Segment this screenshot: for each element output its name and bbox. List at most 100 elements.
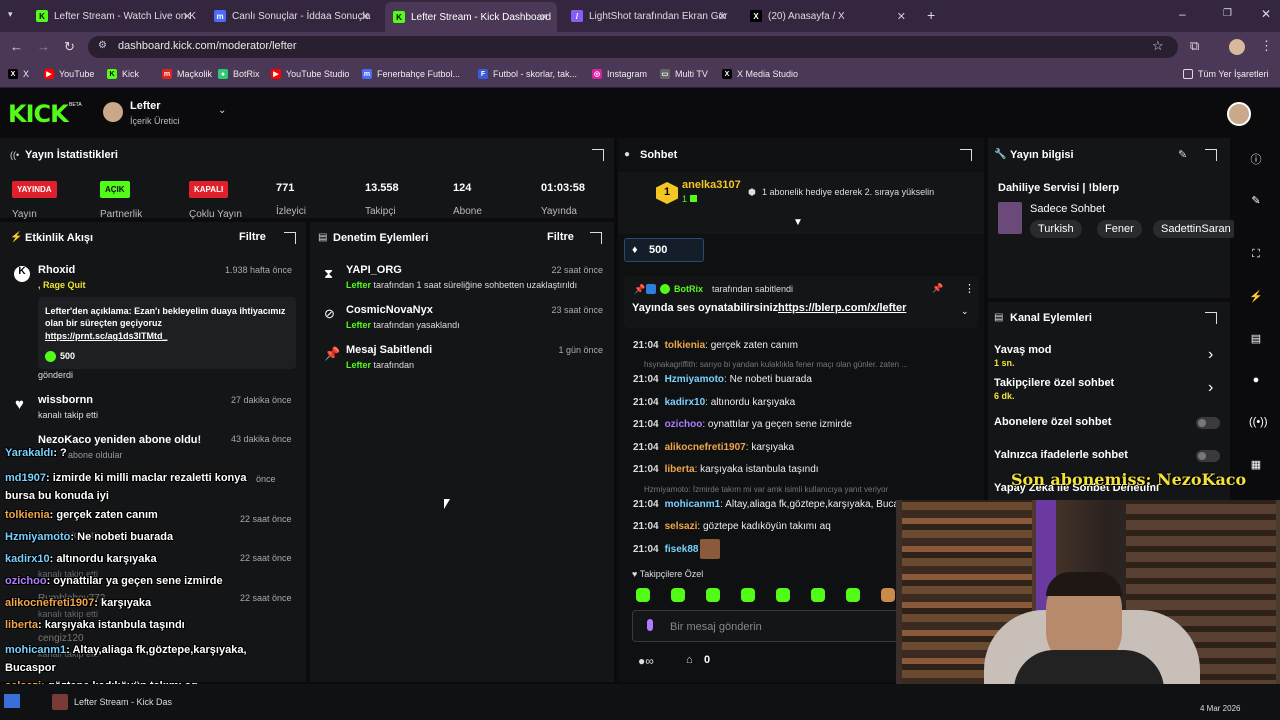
activity-user[interactable]: Rhoxid bbox=[38, 264, 75, 276]
reload-icon[interactable]: ↻ bbox=[64, 39, 75, 55]
channel-action-label[interactable]: Abonelere özel sohbet bbox=[994, 416, 1111, 428]
message-user[interactable]: selsazi bbox=[665, 521, 698, 532]
chat-icon[interactable]: ● bbox=[1249, 374, 1263, 388]
tab-search-icon[interactable]: ▾ bbox=[8, 9, 13, 20]
pinned-by[interactable]: BotRix bbox=[674, 284, 703, 294]
menu-icon[interactable]: ⋮ bbox=[1260, 38, 1273, 54]
screen-capture-icon[interactable]: ⛶ bbox=[1249, 248, 1263, 262]
expand-icon[interactable] bbox=[592, 149, 604, 161]
chevron-right-icon[interactable]: › bbox=[1208, 346, 1213, 364]
message-user[interactable]: tolkienia bbox=[665, 340, 706, 351]
new-tab-button[interactable]: + bbox=[927, 7, 935, 23]
filter-button[interactable]: Filtre bbox=[239, 231, 266, 243]
chevron-down-icon[interactable]: ⌄ bbox=[961, 306, 969, 317]
info-icon[interactable]: ⓘ bbox=[1249, 151, 1263, 166]
close-window-button[interactable]: ✕ bbox=[1261, 7, 1271, 21]
expand-icon[interactable] bbox=[284, 232, 296, 244]
more-icon[interactable]: ⋮ bbox=[964, 282, 975, 295]
channel-action-label[interactable]: Yalnızca ifadelerle sohbet bbox=[994, 449, 1128, 461]
close-tab-icon[interactable]: ✕ bbox=[718, 10, 727, 23]
browser-tab[interactable]: X (20) Anasayfa / X ✕ bbox=[742, 4, 914, 28]
emote-icon[interactable] bbox=[636, 588, 650, 602]
expand-icon[interactable] bbox=[960, 149, 972, 161]
tag-chip[interactable]: Fener bbox=[1097, 220, 1142, 238]
mod-user[interactable]: Mesaj Sabitlendi bbox=[346, 344, 432, 356]
bolt-icon[interactable]: ⚡ bbox=[1249, 290, 1263, 304]
emote-icon[interactable] bbox=[671, 588, 685, 602]
emote-icon[interactable] bbox=[881, 588, 895, 602]
category-name[interactable]: Sadece Sohbet bbox=[1030, 203, 1105, 215]
windows-icon[interactable] bbox=[4, 694, 20, 708]
kicks-pill[interactable]: ♦ 500 bbox=[624, 238, 704, 262]
mod-user[interactable]: CosmicNovaNyx bbox=[346, 304, 433, 316]
browser-tab[interactable]: K Lefter Stream - Watch Live on K ✕ bbox=[28, 4, 200, 28]
browser-tab[interactable]: / LightShot tarafından Ekran Gör ✕ bbox=[563, 4, 735, 28]
toggle-switch[interactable] bbox=[1196, 417, 1220, 429]
chat-input[interactable]: Bir mesaj gönderin bbox=[632, 610, 912, 642]
message-user[interactable]: kadirx10 bbox=[665, 397, 706, 408]
all-bookmarks[interactable]: Tüm Yer İşaretleri bbox=[1183, 69, 1269, 79]
message-user[interactable]: fisek88 bbox=[665, 544, 699, 555]
emote-icon[interactable] bbox=[706, 588, 720, 602]
chevron-down-icon[interactable]: ⌄ bbox=[218, 105, 226, 116]
chevron-down-icon[interactable]: ▼ bbox=[793, 217, 803, 228]
browser-tab[interactable]: m Canlı Sonuçlar - İddaa Sonuçla ✕ bbox=[206, 4, 378, 28]
emote-icon[interactable] bbox=[811, 588, 825, 602]
bookmark-item[interactable]: m Fenerbahçe Futbol... bbox=[362, 69, 460, 79]
bookmark-item[interactable]: m Maçkolik bbox=[162, 69, 212, 79]
filter-button[interactable]: Filtre bbox=[547, 231, 574, 243]
broadcast-icon[interactable]: ((•)) bbox=[1249, 416, 1268, 430]
taskbar-item[interactable]: Lefter Stream - Kick Das bbox=[74, 697, 172, 707]
bookmark-item[interactable]: XX bbox=[8, 69, 29, 79]
profile-avatar[interactable] bbox=[1229, 39, 1245, 55]
url-field[interactable]: ⚙ dashboard.kick.com/moderator/lefter bbox=[88, 36, 1178, 58]
pinned-link[interactable]: https://blerp.com/x/lefter bbox=[778, 302, 906, 314]
gift-user[interactable]: anelka3107 bbox=[682, 179, 741, 191]
mod-by[interactable]: Lefter bbox=[346, 320, 371, 330]
chevron-right-icon[interactable]: › bbox=[1208, 379, 1213, 397]
bookmark-star-icon[interactable]: ☆ bbox=[1152, 38, 1164, 54]
bookmark-item[interactable]: ▶ YouTube Studio bbox=[271, 69, 349, 79]
store-icon[interactable]: ⌂ bbox=[686, 654, 693, 666]
activity-user[interactable]: NezoKaco yeniden abone oldu! bbox=[38, 434, 201, 446]
message-user[interactable]: liberta bbox=[665, 464, 695, 475]
channel-action-label[interactable]: Takipçilere özel sohbet bbox=[994, 377, 1114, 389]
microphone-icon[interactable] bbox=[647, 619, 653, 631]
forward-icon[interactable]: → bbox=[37, 39, 50, 54]
toggle-switch[interactable] bbox=[1196, 450, 1220, 462]
bookmark-item[interactable]: ▭ Multi TV bbox=[660, 69, 708, 79]
layout-icon[interactable]: ▦ bbox=[1249, 458, 1263, 472]
bookmark-item[interactable]: F Futbol - skorlar, tak... bbox=[478, 69, 577, 79]
restore-button[interactable]: ❐ bbox=[1223, 8, 1232, 19]
emote-icon[interactable] bbox=[846, 588, 860, 602]
site-info-icon[interactable]: ⚙ bbox=[98, 40, 107, 51]
people-icon[interactable]: ●∞ bbox=[638, 654, 654, 668]
activity-link[interactable]: https://prnt.sc/ag1ds3ITMtd_ bbox=[45, 331, 168, 341]
notes-icon[interactable]: ▤ bbox=[1249, 332, 1263, 346]
expand-icon[interactable] bbox=[1205, 312, 1217, 324]
activity-user[interactable]: wissbornn bbox=[38, 394, 93, 406]
message-user[interactable]: ozichoo bbox=[665, 419, 703, 430]
account-avatar[interactable] bbox=[1227, 102, 1251, 126]
bookmark-item[interactable]: ▶ YouTube bbox=[44, 69, 94, 79]
bookmark-item[interactable]: ● BotRix bbox=[218, 69, 260, 79]
message-user[interactable]: alikocnefreti1907 bbox=[665, 442, 746, 453]
mod-by[interactable]: Lefter bbox=[346, 360, 371, 370]
pencil-icon[interactable]: ✎ bbox=[1249, 194, 1263, 208]
mod-by[interactable]: Lefter bbox=[346, 280, 371, 290]
tag-chip[interactable]: Turkish bbox=[1030, 220, 1082, 238]
close-tab-icon[interactable]: ✕ bbox=[361, 10, 370, 23]
expand-icon[interactable] bbox=[1205, 149, 1217, 161]
bookmark-item[interactable]: K Kick bbox=[107, 69, 139, 79]
app-thumbnail[interactable] bbox=[52, 694, 68, 710]
message-user[interactable]: Hzmiyamoto bbox=[665, 374, 724, 385]
bookmark-item[interactable]: ◎ Instagram bbox=[592, 69, 647, 79]
emote-icon[interactable] bbox=[741, 588, 755, 602]
emote-icon[interactable] bbox=[776, 588, 790, 602]
bookmark-item[interactable]: X X Media Studio bbox=[722, 69, 798, 79]
kick-logo[interactable]: KICK bbox=[8, 100, 69, 128]
close-tab-icon[interactable]: ✕ bbox=[897, 10, 906, 23]
channel-action-label[interactable]: Yavaş mod bbox=[994, 344, 1051, 356]
minimize-button[interactable]: – bbox=[1179, 7, 1186, 21]
message-user[interactable]: mohicanm1 bbox=[665, 499, 721, 510]
